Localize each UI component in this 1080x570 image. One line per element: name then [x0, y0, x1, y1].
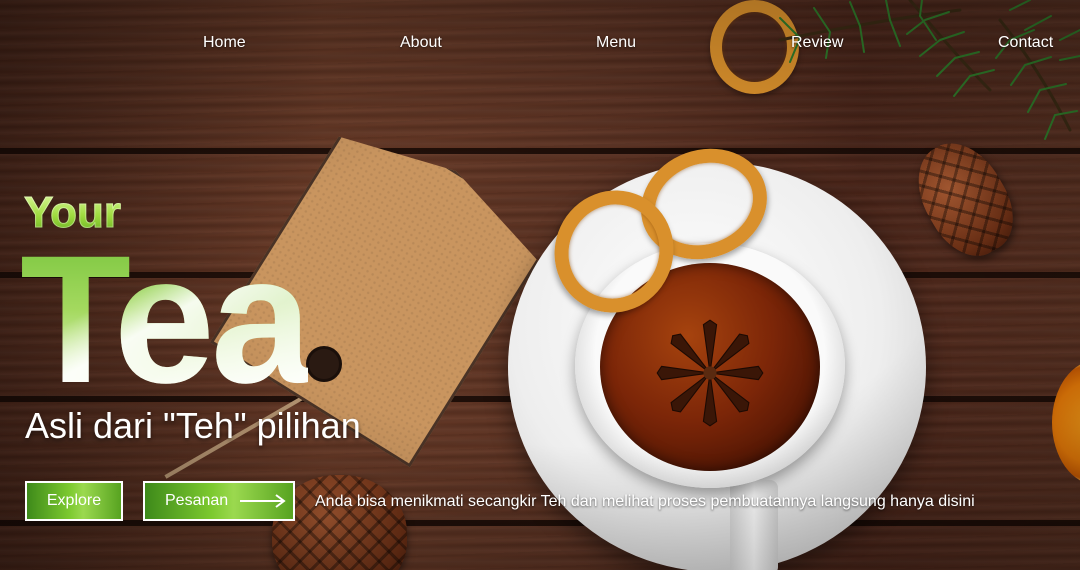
order-button[interactable]: Pesanan: [143, 481, 295, 521]
nav-about[interactable]: About: [400, 34, 442, 52]
explore-button-label: Explore: [46, 492, 102, 509]
nav-menu[interactable]: Menu: [596, 34, 636, 52]
hero-tagline: Asli dari "Teh" pilihan: [25, 405, 361, 446]
explore-button[interactable]: Explore: [25, 481, 123, 521]
hero-title: Tea: [20, 217, 309, 421]
hero-description: Anda bisa menikmati secangkir Teh dan me…: [315, 493, 975, 510]
long-arrow-right-icon: [240, 494, 286, 508]
nav-home[interactable]: Home: [203, 34, 246, 52]
nav-contact[interactable]: Contact: [998, 34, 1053, 52]
top-nav: Home About Menu Review Contact: [0, 34, 1080, 56]
nav-review[interactable]: Review: [791, 34, 843, 52]
order-button-label: Pesanan: [165, 492, 229, 509]
